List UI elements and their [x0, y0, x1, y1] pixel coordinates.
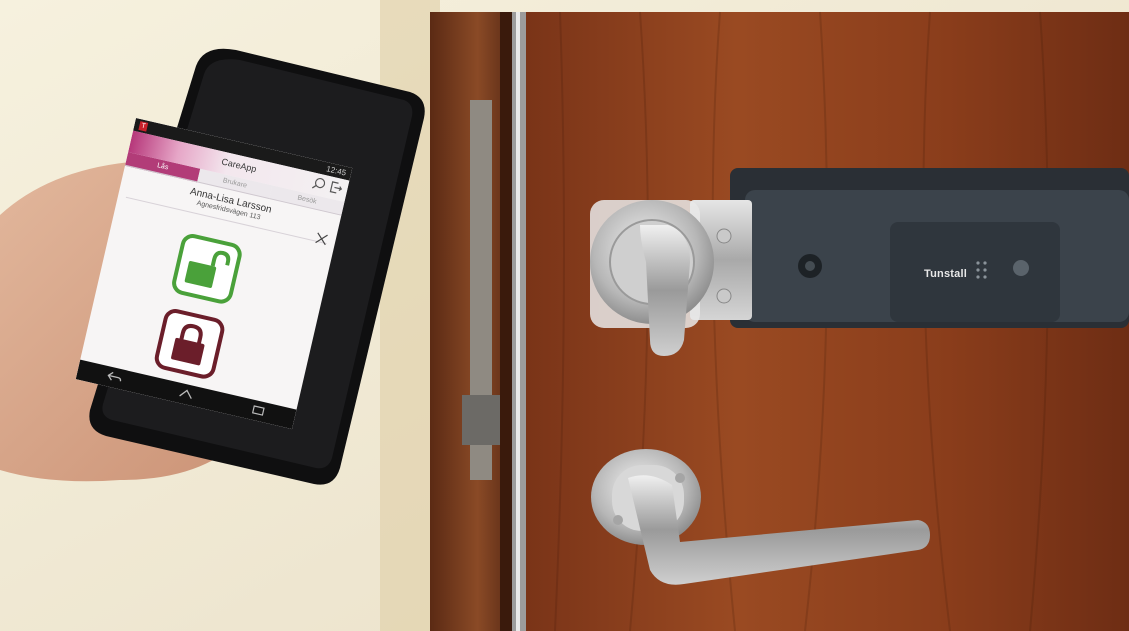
back-icon[interactable]: [104, 367, 124, 388]
close-icon[interactable]: [315, 231, 329, 246]
home-icon[interactable]: [176, 384, 196, 405]
lock-button[interactable]: [152, 306, 227, 382]
unlock-button[interactable]: [169, 231, 245, 306]
unlock-icon: [184, 250, 231, 288]
lock-brand-label: Tunstall: [924, 268, 967, 280]
search-icon[interactable]: [309, 175, 327, 197]
logout-icon[interactable]: [327, 179, 345, 201]
smart-lock-housing: [690, 168, 1129, 328]
recents-icon[interactable]: [248, 400, 268, 421]
lock-icon: [171, 323, 205, 366]
notification-badge: T: [138, 121, 149, 132]
